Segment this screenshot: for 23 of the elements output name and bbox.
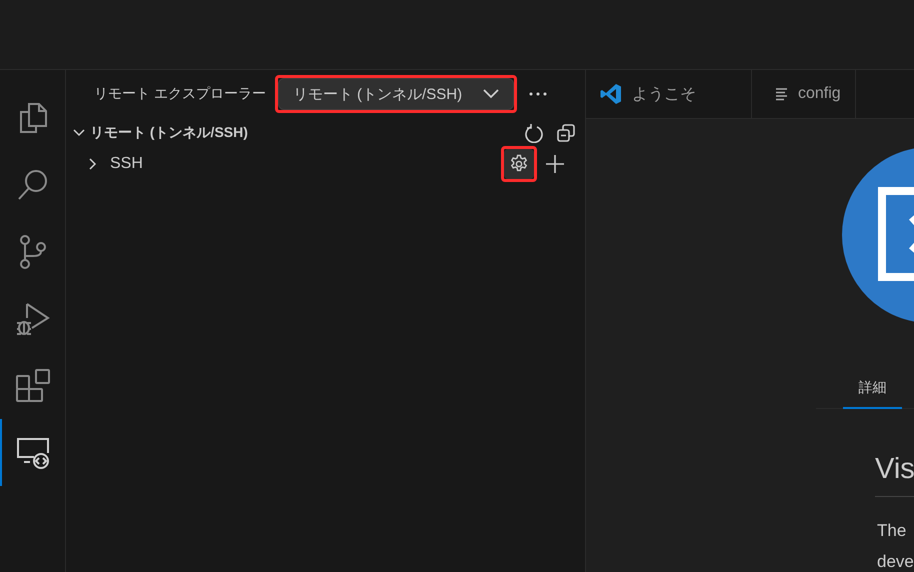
branch-icon[interactable]	[18, 234, 46, 268]
chevron-down-icon	[482, 89, 499, 99]
welcome-paragraph: The deve	[877, 520, 914, 572]
section-header[interactable]: リモート (トンネル/SSH)	[66, 120, 585, 146]
text-lines-icon	[776, 87, 788, 101]
search-icon[interactable]	[16, 168, 48, 200]
refresh-icon[interactable]	[525, 123, 543, 143]
remote-explorer-icon[interactable]	[16, 436, 50, 468]
editor-tab[interactable]: ようこそ	[586, 70, 752, 118]
files-icon[interactable]	[18, 102, 48, 134]
extensions-icon[interactable]	[16, 368, 50, 402]
add-icon[interactable]	[545, 154, 565, 174]
bug-play-icon[interactable]	[16, 302, 50, 336]
settings-icon	[509, 154, 529, 174]
welcome-heading: Vis	[875, 445, 914, 497]
editor-tab[interactable]: config	[752, 70, 856, 118]
sidebar-title: リモート エクスプローラー	[94, 85, 266, 103]
details-tab[interactable]: 詳細	[843, 365, 902, 409]
code-editor-logo-icon	[600, 83, 622, 105]
tree-item-label[interactable]: SSH	[110, 155, 143, 173]
more-actions-icon[interactable]	[528, 92, 547, 96]
collapse-all-icon[interactable]	[557, 124, 575, 142]
remote-dropdown[interactable]: リモート (トンネル/SSH)	[278, 78, 514, 110]
